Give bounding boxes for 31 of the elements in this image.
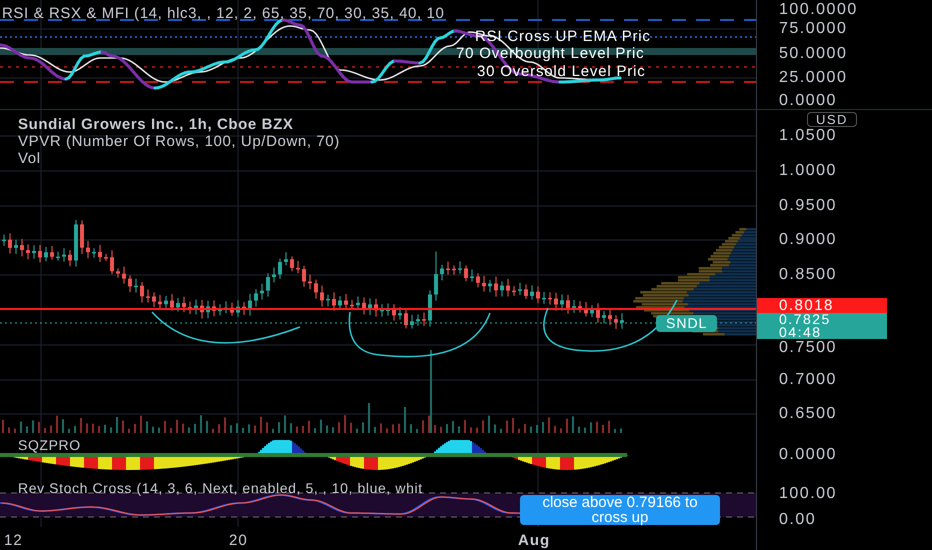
axis-label: 0.7500 bbox=[779, 340, 837, 356]
axis-label: 25.0000 bbox=[779, 70, 848, 86]
axis-label: 50.0000 bbox=[779, 46, 848, 62]
indicator-legend: VPVR (Number Of Rows, 100, Up/Down, 70) bbox=[18, 133, 340, 150]
axis-label: 0.0000 bbox=[779, 447, 837, 463]
last-price: 0.7825 bbox=[779, 313, 832, 326]
symbol-tag: SNDL bbox=[656, 315, 718, 332]
time-label: 12 bbox=[4, 531, 23, 550]
chart-title: Sundial Growers Inc., 1h, Cboe BZX bbox=[18, 116, 294, 133]
axis-label: 75.0000 bbox=[779, 21, 848, 37]
indicator-legend: Rev Stoch Cross (14, 3, 6, Next, enabled, 5, , 10, blue, whit bbox=[18, 478, 423, 499]
axis-label: 1.0500 bbox=[779, 128, 837, 144]
price-tag: 0.8018 bbox=[757, 298, 887, 313]
time-label: Aug bbox=[518, 531, 550, 550]
axis-label: 0.9500 bbox=[779, 198, 837, 214]
axis-label: 100.0000 bbox=[779, 2, 858, 18]
indicator-legend: Vol bbox=[18, 150, 340, 167]
indicator-legend: SQZPRO bbox=[18, 440, 81, 452]
axis-label: 0.8500 bbox=[779, 267, 837, 283]
time-label: 20 bbox=[229, 531, 248, 550]
axis-label: 0.0000 bbox=[779, 93, 837, 109]
tooltip: close above 0.79166 to cross up bbox=[520, 495, 720, 525]
currency-button[interactable]: USD bbox=[807, 112, 857, 127]
axis-label: 100.00 bbox=[779, 486, 837, 502]
axis-label: 0.6500 bbox=[779, 406, 837, 422]
axis-label: 0.7000 bbox=[779, 372, 837, 388]
axis-label: 0.00 bbox=[779, 512, 816, 528]
axis-label: 1.0000 bbox=[779, 163, 837, 179]
countdown-timer: 04:48 bbox=[779, 326, 822, 339]
axis-label: 0.9000 bbox=[779, 232, 837, 248]
indicator-legend: RSI & RSX & MFI (14, hlc3, , 12, 2, 65, 35, 70, 30, 35, 40, 10 bbox=[2, 3, 444, 26]
